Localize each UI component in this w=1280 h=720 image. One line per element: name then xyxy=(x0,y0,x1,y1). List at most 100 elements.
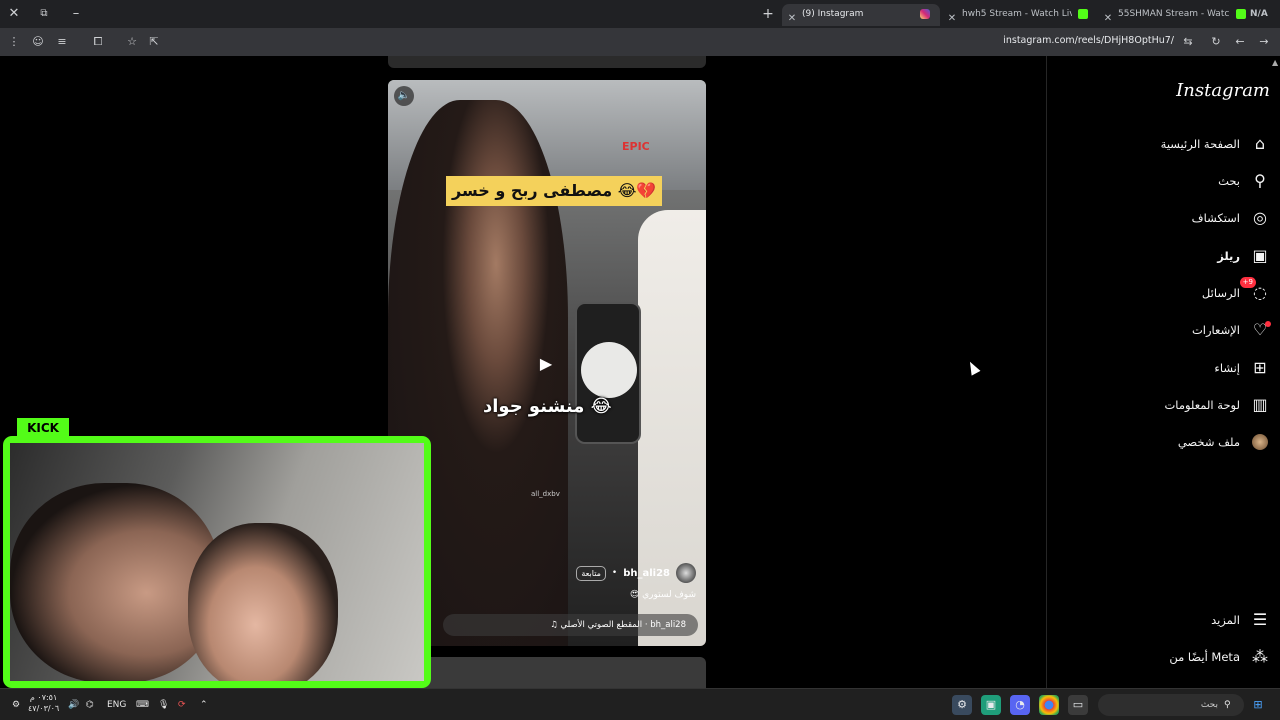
clock[interactable]: ٠٧:٥١ م ٤٧/٠٣/٠٦ xyxy=(28,692,59,714)
discord-app-icon[interactable]: ◔ xyxy=(1010,695,1030,715)
sidebar-item-home[interactable]: الصفحة الرئيسية ⌂ xyxy=(1161,129,1272,159)
sidebar-item-label: لوحة المعلومات xyxy=(1164,398,1240,412)
settings-app-icon[interactable]: ⚙ xyxy=(952,695,972,715)
settings-tray-icon[interactable]: ⚙ xyxy=(12,697,20,713)
instagram-logo[interactable]: Instagram xyxy=(1176,80,1270,101)
browser-toolbar: ⋮ ☺ ≡ ⧠ ☆ ⇱ instagram.com/reels/DHjH8Opt… xyxy=(0,28,1280,56)
instagram-favicon-icon xyxy=(920,9,930,19)
stopwatch-dial xyxy=(581,342,637,398)
sidebar-item-label: المزيد xyxy=(1211,613,1240,627)
chrome-app-icon[interactable] xyxy=(1039,695,1059,715)
next-reel[interactable] xyxy=(388,657,706,688)
app-icon[interactable]: ▣ xyxy=(981,695,1001,715)
address-bar[interactable]: instagram.com/reels/DHjH8OptHu7/ xyxy=(1003,35,1174,46)
windows-start-icon[interactable]: ⊞ xyxy=(1248,695,1268,715)
sidebar-item-label: ملف شخصي xyxy=(1177,435,1240,449)
taskbar-search[interactable]: بحث xyxy=(1098,694,1244,716)
sidebar-item-label: استكشاف xyxy=(1191,211,1240,225)
tab-title: 55SHMAN Stream - Watch Live on Kick xyxy=(1118,9,1230,19)
search-icon[interactable]: ⚲ xyxy=(1224,697,1231,713)
sidebar-item-search[interactable]: بحث ⚲ xyxy=(1218,166,1272,196)
author-name[interactable]: bh_ali28 xyxy=(623,568,670,579)
tab-close-icon[interactable]: ✕ xyxy=(946,9,958,26)
tab-title: hwh5 Stream - Watch Live on Kick xyxy=(962,9,1072,19)
sidebar-item-label: أيضًا من Meta xyxy=(1169,650,1240,664)
profile-avatar xyxy=(1250,432,1270,452)
apps-grid-icon: ⁂ xyxy=(1252,647,1268,666)
tab-instagram[interactable]: ✕ (9) Instagram xyxy=(782,4,940,26)
reel-description: شوف لستوري 😍 xyxy=(629,590,696,600)
notification-dot xyxy=(1265,321,1271,327)
home-icon: ⌂ xyxy=(1254,134,1266,153)
sidebar-item-meta[interactable]: أيضًا من Meta ⁂ xyxy=(1169,642,1272,672)
share-icon[interactable]: ⇱ xyxy=(146,34,162,50)
back-icon[interactable]: ← xyxy=(1232,34,1248,50)
sidebar-item-label: إنشاء xyxy=(1214,361,1240,375)
compass-icon: ◎ xyxy=(1253,208,1267,227)
network-tray-icon[interactable]: ⌬ xyxy=(86,697,94,713)
sidebar: Instagram الصفحة الرئيسية ⌂ بحث ⚲ استكشا… xyxy=(1046,56,1272,688)
close-window-icon[interactable]: ✕ xyxy=(4,4,24,24)
minimize-window-icon[interactable]: – xyxy=(66,4,86,24)
forward-icon[interactable]: → xyxy=(1256,34,1272,50)
show-hidden-icons-chevron-icon[interactable]: ⌃ xyxy=(200,697,208,713)
volume-icon[interactable]: 🔈 xyxy=(394,86,414,106)
tab-close-icon[interactable]: ✕ xyxy=(1102,9,1114,26)
tab-title: (9) Instagram xyxy=(802,9,864,19)
sidebar-item-label: الرسائل xyxy=(1201,286,1240,300)
scroll-up-arrow-icon[interactable]: ▲ xyxy=(1272,58,1278,67)
microphone-tray-icon[interactable]: 🎙 xyxy=(158,697,169,713)
reel-video[interactable]: EPIC مصطفى ربح و خسر 😂💔 منشنو جواد 😂 all… xyxy=(388,80,706,646)
file-explorer-icon[interactable]: ▭ xyxy=(1068,695,1088,715)
sidebar-item-reels[interactable]: ريلز ▣ xyxy=(1217,241,1272,271)
bookmark-star-icon[interactable]: ☆ xyxy=(124,34,140,50)
search-icon: ⚲ xyxy=(1254,171,1266,190)
webcam-feed xyxy=(10,443,424,681)
reload-icon[interactable]: ↻ xyxy=(1208,34,1224,50)
windows-taskbar: ⚙ ٠٧:٥١ م ٤٧/٠٣/٠٦ 🔊 ⌬ ENG ⌨ 🎙 ⟳ ⌃ ⚙ ▣ ◔… xyxy=(0,688,1280,720)
menu-dots-icon[interactable]: ⋮ xyxy=(6,34,22,50)
keyboard-tray-icon[interactable]: ⌨ xyxy=(136,697,149,713)
dashboard-icon: ▥ xyxy=(1252,395,1268,414)
sidebar-item-messages[interactable]: الرسائل ◌ +9 xyxy=(1201,277,1272,308)
site-settings-icon[interactable]: ⇆ xyxy=(1180,34,1196,50)
sidebar-item-create[interactable]: إنشاء ⊞ xyxy=(1214,353,1272,383)
tab-kick-hwh5[interactable]: ✕ hwh5 Stream - Watch Live on Kick xyxy=(944,4,1094,26)
language-indicator[interactable]: ENG xyxy=(107,697,126,713)
volume-tray-icon[interactable]: 🔊 xyxy=(68,697,79,713)
sidebar-item-explore[interactable]: استكشاف ◎ xyxy=(1192,203,1272,233)
follow-button[interactable]: متابعة xyxy=(576,565,606,581)
reels-icon: ▣ xyxy=(1252,246,1268,265)
tab-kick-55shman[interactable]: ✕ 55SHMAN Stream - Watch Live on Kick xyxy=(1100,4,1248,26)
extensions-icon[interactable]: ⧠ xyxy=(90,34,106,50)
hamburger-icon: ☰ xyxy=(1252,610,1268,629)
reel-watermark: all_dxbv xyxy=(531,490,560,498)
audio-track[interactable]: bh_ali28 · المقطع الصوتي الأصلي ♫ xyxy=(443,614,698,636)
tab-close-icon[interactable]: ✕ xyxy=(786,9,798,26)
sidebar-item-label: الصفحة الرئيسية xyxy=(1160,137,1240,151)
sidebar-item-label: الإشعارات xyxy=(1191,323,1240,337)
play-icon[interactable]: ▶ xyxy=(534,352,558,376)
brand-logo: EPIC xyxy=(622,140,650,153)
sidebar-item-profile[interactable]: ملف شخصي xyxy=(1178,427,1272,457)
avatar[interactable] xyxy=(676,563,696,583)
media-icon[interactable]: ≡ xyxy=(54,34,70,50)
sidebar-item-more[interactable]: المزيد ☰ xyxy=(1211,605,1272,635)
plus-square-icon: ⊞ xyxy=(1253,358,1267,377)
sidebar-item-label: بحث xyxy=(1218,174,1240,188)
kick-stream-overlay: KICK xyxy=(3,418,431,688)
new-tab-icon[interactable]: + xyxy=(758,4,778,24)
extension-avatar-icon[interactable]: ☺ xyxy=(30,34,46,50)
kick-favicon-icon xyxy=(1236,9,1246,19)
restore-window-icon[interactable]: ⧉ xyxy=(34,4,54,24)
sidebar-item-notifications[interactable]: الإشعارات ♡ xyxy=(1192,315,1272,345)
clock-time: ٠٧:٥١ م xyxy=(29,693,58,702)
recording-tray-icon[interactable]: ⟳ xyxy=(178,697,186,713)
reel-caption-middle: منشنو جواد 😂 xyxy=(483,396,612,417)
messages-count-badge: +9 xyxy=(1239,277,1256,288)
kick-logo: KICK xyxy=(17,418,69,439)
sidebar-item-dashboard[interactable]: لوحة المعلومات ▥ xyxy=(1164,390,1272,420)
sidebar-item-label: ريلز xyxy=(1217,249,1240,263)
previous-reel[interactable] xyxy=(388,56,706,68)
tab-overflow[interactable]: N/A xyxy=(1250,4,1278,26)
